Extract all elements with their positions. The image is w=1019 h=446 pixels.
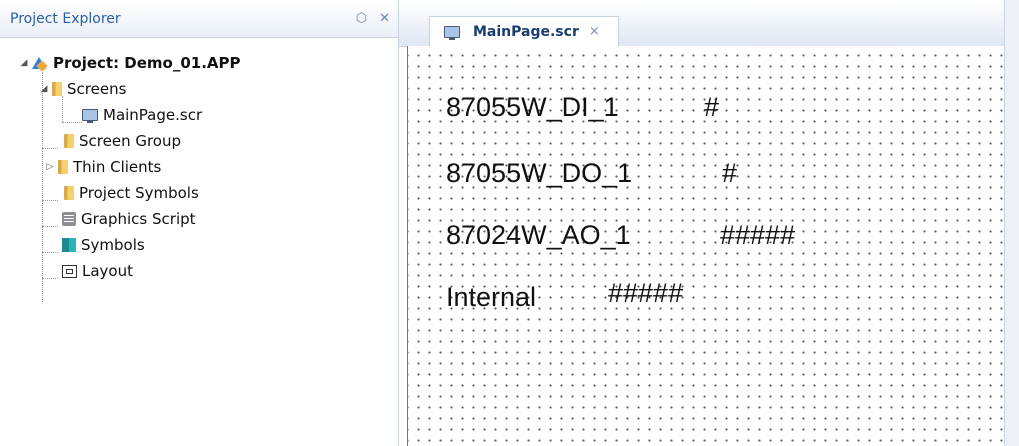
folder-icon bbox=[64, 186, 74, 200]
tree-item-label: Graphics Script bbox=[81, 210, 196, 228]
layout-icon bbox=[62, 264, 77, 278]
tree-item-graphics-script[interactable]: Graphics Script bbox=[62, 206, 196, 232]
canvas-label-di[interactable]: 87055W_DI_1 bbox=[446, 92, 619, 123]
document-tab-bar: MainPage.scr × bbox=[399, 0, 1019, 47]
tree-connector bbox=[62, 122, 82, 123]
tree-item-label: Screens bbox=[67, 80, 127, 98]
tree-item-label: Symbols bbox=[81, 236, 145, 254]
tree-item-symbols[interactable]: Symbols bbox=[62, 232, 145, 258]
tree-item-label: Thin Clients bbox=[73, 158, 162, 176]
canvas-value-di[interactable]: # bbox=[704, 92, 719, 123]
tree-connector bbox=[42, 148, 58, 149]
pin-icon[interactable]: ⬡ bbox=[356, 11, 367, 26]
tree-item-label: MainPage.scr bbox=[103, 106, 203, 124]
tree-item-thin-clients[interactable]: ▷ Thin Clients bbox=[44, 154, 162, 180]
explorer-header: Project Explorer ⬡ ✕ bbox=[0, 0, 398, 38]
canvas-label-ao[interactable]: 87024W_AO_1 bbox=[446, 220, 631, 251]
screen-icon bbox=[82, 109, 98, 123]
explorer-title: Project Explorer bbox=[10, 10, 121, 27]
close-icon[interactable]: ✕ bbox=[379, 11, 390, 26]
canvas-label-do[interactable]: 87055W_DO_1 bbox=[446, 158, 632, 189]
tree-item-project-symbols[interactable]: Project Symbols bbox=[64, 180, 199, 206]
canvas-label-internal[interactable]: Internal bbox=[446, 282, 536, 313]
folder-icon bbox=[58, 160, 68, 174]
collapsed-arrow-icon[interactable]: ▷ bbox=[44, 162, 56, 172]
tree-connector bbox=[42, 200, 58, 201]
expanded-arrow-icon[interactable]: ◢ bbox=[18, 58, 30, 68]
tree-item-label: Project Symbols bbox=[79, 184, 199, 202]
tree-item-label: Screen Group bbox=[79, 132, 182, 150]
script-icon bbox=[62, 212, 76, 226]
screen-design-canvas[interactable]: 87055W_DI_1 # 87055W_DO_1 # 87024W_AO_1 … bbox=[407, 46, 1006, 446]
expanded-arrow-icon[interactable]: ◢ bbox=[38, 84, 50, 94]
tree-item-project[interactable]: ◢ Project: Demo_01.APP bbox=[18, 50, 241, 76]
project-icon bbox=[32, 56, 48, 70]
canvas-value-ao[interactable]: ##### bbox=[720, 220, 795, 251]
project-tree: ◢ Project: Demo_01.APP ◢ Screens MainPag… bbox=[0, 38, 398, 302]
screen-icon bbox=[444, 25, 460, 40]
tree-connector bbox=[42, 278, 58, 279]
tree-item-screens[interactable]: ◢ Screens bbox=[38, 76, 127, 102]
tree-item-label: Layout bbox=[82, 262, 133, 280]
tab-close-icon[interactable]: × bbox=[589, 24, 600, 39]
folder-icon bbox=[52, 82, 62, 96]
tree-connector bbox=[42, 226, 58, 227]
project-explorer-panel: Project Explorer ⬡ ✕ ◢ Project: Demo_01.… bbox=[0, 0, 399, 446]
tree-item-mainpage[interactable]: MainPage.scr bbox=[82, 102, 202, 128]
tree-connector bbox=[42, 252, 58, 253]
canvas-value-do[interactable]: # bbox=[722, 158, 737, 189]
tree-item-label: Project: Demo_01.APP bbox=[53, 54, 241, 72]
tab-mainpage[interactable]: MainPage.scr × bbox=[429, 16, 619, 46]
tree-connector bbox=[42, 72, 43, 302]
canvas-value-internal[interactable]: ##### bbox=[608, 278, 683, 309]
tree-item-layout[interactable]: Layout bbox=[62, 258, 133, 284]
symbols-icon bbox=[62, 238, 76, 252]
tree-item-screen-group[interactable]: Screen Group bbox=[64, 128, 181, 154]
tab-label: MainPage.scr bbox=[473, 23, 579, 40]
folder-icon bbox=[64, 134, 74, 148]
right-side-panel-edge bbox=[1004, 0, 1019, 446]
